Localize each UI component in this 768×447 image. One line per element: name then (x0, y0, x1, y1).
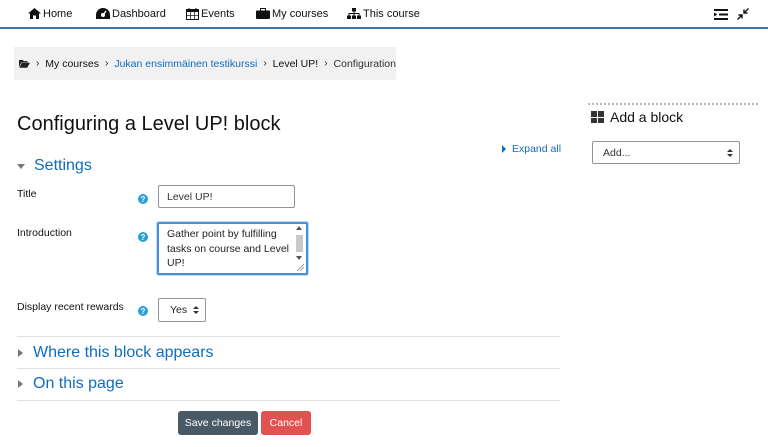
expand-all-label: Expand all (512, 143, 562, 155)
indent-icon (714, 8, 728, 20)
folder-open-icon (19, 59, 30, 68)
add-block-select-value: Add... (603, 146, 631, 159)
select-arrows-icon (193, 306, 199, 316)
dashboard-icon (96, 8, 110, 19)
nav-dashboard[interactable]: Dashboard (96, 0, 166, 27)
add-block-title: Add a block (610, 109, 684, 125)
nav-my-courses[interactable]: My courses (256, 0, 328, 27)
scroll-down-icon (296, 256, 302, 260)
recent-rewards-value: Yes (170, 304, 188, 316)
nav-my-courses-label: My courses (272, 7, 329, 20)
select-arrows-icon (727, 149, 733, 159)
nav-events[interactable]: Events (186, 0, 235, 27)
section-divider (17, 368, 560, 369)
caret-right-icon (502, 145, 506, 153)
help-icon[interactable]: ? (138, 306, 148, 316)
caret-right-icon (18, 380, 23, 388)
home-icon (28, 8, 41, 19)
section-divider (17, 400, 560, 401)
title-field-label: Title (17, 188, 37, 200)
settings-section-label: Settings (34, 157, 92, 174)
top-navbar: Home Dashboard Events My courses This co… (0, 0, 768, 29)
scroll-up-icon (296, 226, 302, 230)
page-title: Configuring a Level UP! block (17, 113, 281, 135)
resize-grip-icon[interactable] (296, 263, 304, 271)
introduction-textarea[interactable]: Gather point by fulfilling tasks on cour… (157, 222, 308, 275)
breadcrumb-level-up[interactable]: Level UP! (273, 58, 319, 70)
add-block-select[interactable]: Add... (592, 141, 740, 164)
breadcrumb-course[interactable]: Jukan ensimmäinen testikurssi (114, 58, 257, 70)
nav-this-course-label: This course (363, 7, 420, 20)
caret-down-icon (17, 163, 25, 169)
help-icon[interactable]: ? (138, 232, 148, 242)
caret-right-icon (18, 349, 23, 357)
briefcase-icon (256, 8, 270, 19)
where-block-appears-toggle[interactable]: Where this block appears (17, 344, 214, 362)
title-input[interactable]: Level UP! (158, 185, 295, 208)
block-drawer-toggle[interactable] (714, 7, 728, 21)
block-region-divider (588, 103, 758, 105)
recent-rewards-field-label: Display recent rewards (17, 301, 124, 313)
breadcrumb-my-courses[interactable]: My courses (45, 58, 99, 70)
where-block-appears-label: Where this block appears (33, 344, 214, 361)
scroll-thumb[interactable] (296, 235, 303, 252)
breadcrumb-separator: › (35, 58, 40, 69)
nav-this-course[interactable]: This course (347, 0, 420, 27)
th-large-icon (591, 111, 604, 123)
section-divider (17, 336, 560, 337)
add-block-heading: Add a block (591, 109, 683, 125)
breadcrumb-configuration: Configuration (333, 57, 396, 70)
nav-home[interactable]: Home (28, 0, 72, 27)
sitemap-icon (347, 8, 361, 19)
breadcrumb-separator: › (263, 58, 267, 69)
settings-section-toggle[interactable]: Settings (17, 157, 92, 175)
introduction-field-label: Introduction (17, 227, 72, 239)
fullscreen-toggle[interactable] (737, 7, 749, 21)
introduction-text: Gather point by fulfilling tasks on cour… (167, 228, 289, 269)
nav-events-label: Events (201, 7, 235, 20)
help-icon[interactable]: ? (138, 194, 148, 204)
expand-all-link[interactable]: Expand all (502, 143, 561, 155)
save-changes-button[interactable]: Save changes (178, 411, 258, 435)
breadcrumb-separator: › (324, 58, 328, 69)
cancel-button[interactable]: Cancel (261, 411, 311, 435)
compress-icon (737, 8, 749, 20)
recent-rewards-select[interactable]: Yes (158, 298, 206, 322)
on-this-page-toggle[interactable]: On this page (17, 375, 124, 393)
breadcrumb-separator: › (104, 58, 109, 69)
on-this-page-label: On this page (33, 375, 124, 392)
nav-home-label: Home (43, 7, 73, 20)
breadcrumb: › My courses › Jukan ensimmäinen testiku… (14, 47, 396, 80)
nav-dashboard-label: Dashboard (112, 7, 166, 20)
calendar-icon (186, 7, 199, 20)
